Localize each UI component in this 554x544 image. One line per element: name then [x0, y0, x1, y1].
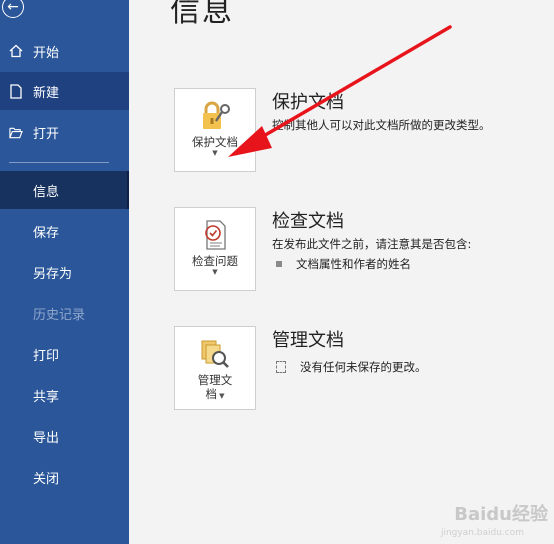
- manage-detail-row: 没有任何未保存的更改。: [276, 359, 427, 375]
- sidebar-item-label: 保存: [33, 225, 60, 241]
- new-document-icon: [9, 83, 23, 99]
- sidebar-item-export[interactable]: 导出: [0, 417, 129, 455]
- lock-key-icon: [203, 101, 230, 129]
- inspect-document-title: 检查文档: [272, 211, 344, 232]
- manage-document-label-line1: 管理文: [197, 373, 233, 387]
- inspect-bullet-text: 文档属性和作者的姓名: [296, 257, 411, 271]
- manage-document-icon: [201, 340, 229, 368]
- sidebar-item-label: 信息: [33, 184, 60, 200]
- sidebar-item-label: 历史记录: [33, 307, 86, 323]
- sidebar-item-share[interactable]: 共享: [0, 376, 129, 414]
- sidebar-item-save[interactable]: 保存: [0, 212, 129, 250]
- bullet-square-icon: [276, 261, 282, 267]
- sidebar-item-label: 关闭: [33, 471, 60, 487]
- sidebar-item-label: 打印: [33, 348, 60, 364]
- inspect-document-description: 在发布此文件之前，请注意其是否包含:: [272, 237, 472, 251]
- sidebar-item-open[interactable]: 打开: [0, 113, 129, 151]
- sidebar-item-close[interactable]: 关闭: [0, 458, 129, 496]
- sidebar-item-label: 打开: [33, 126, 60, 142]
- check-issues-button[interactable]: 检查问题 ▼: [174, 207, 256, 291]
- manage-document-label-line2: 档: [205, 387, 217, 401]
- sidebar-item-new[interactable]: 新建: [0, 72, 129, 110]
- chevron-down-icon: ▼: [212, 149, 218, 157]
- sidebar-item-print[interactable]: 打印: [0, 335, 129, 373]
- baidu-watermark-url: jingyan.baidu.com: [440, 528, 524, 538]
- sidebar-item-home[interactable]: 开始: [0, 32, 129, 70]
- inspect-document-icon: [205, 220, 226, 250]
- back-arrow-icon[interactable]: ←: [2, 0, 24, 18]
- page-title: 信息: [170, 0, 234, 29]
- sidebar-item-label: 共享: [33, 389, 60, 405]
- sidebar-item-save-as[interactable]: 另存为: [0, 253, 129, 291]
- protect-document-title: 保护文档: [272, 92, 344, 113]
- inspect-bullet-item: 文档属性和作者的姓名: [276, 256, 411, 272]
- sidebar-item-history[interactable]: 历史记录: [0, 294, 129, 332]
- sidebar-item-label: 开始: [33, 45, 60, 61]
- backstage-sidebar: ← 开始 新建 打开 信息 保存 另存为 历史记录 打印 共享 导出 关闭: [0, 0, 129, 544]
- manage-document-title: 管理文档: [272, 330, 344, 351]
- protect-document-button[interactable]: 保护文档 ▼: [174, 88, 256, 172]
- baidu-watermark: Baidu经验: [454, 504, 548, 525]
- home-icon: [9, 43, 23, 59]
- folder-open-icon: [9, 124, 23, 140]
- sidebar-item-label: 另存为: [33, 266, 73, 282]
- protect-document-description: 控制其他人可以对此文档所做的更改类型。: [272, 118, 491, 132]
- manage-document-label: 管理文 档 ▼: [198, 373, 233, 401]
- sidebar-item-label: 新建: [33, 85, 60, 101]
- document-dashed-icon: [276, 361, 286, 373]
- sidebar-item-label: 导出: [33, 430, 60, 446]
- check-issues-label: 检查问题: [192, 254, 238, 268]
- sidebar-divider: [9, 162, 109, 163]
- sidebar-item-info[interactable]: 信息: [0, 171, 129, 209]
- chevron-down-icon: ▼: [212, 268, 218, 276]
- manage-document-button[interactable]: 管理文 档 ▼: [174, 326, 256, 410]
- protect-document-label: 保护文档: [192, 135, 238, 149]
- chevron-down-icon: ▼: [216, 392, 225, 400]
- manage-detail-text: 没有任何未保存的更改。: [300, 360, 427, 374]
